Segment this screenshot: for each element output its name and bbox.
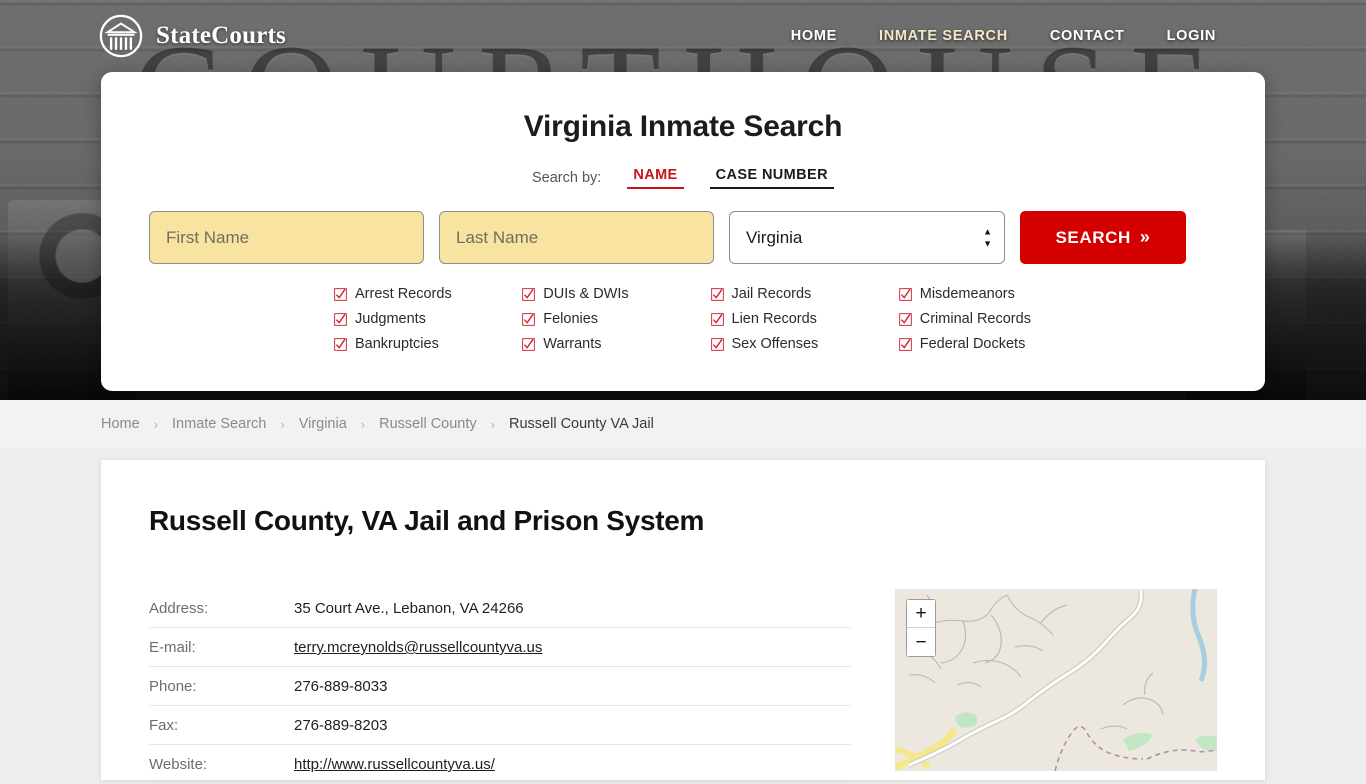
- checked-checkbox-icon: [710, 312, 724, 326]
- detail-value-address: 35 Court Ave., Lebanon, VA 24266: [294, 589, 851, 628]
- email-link[interactable]: terry.mcreynolds@russellcountyva.us: [294, 639, 542, 656]
- detail-value-fax: 276-889-8203: [294, 705, 851, 745]
- category-label: Judgments: [355, 311, 426, 327]
- category-item[interactable]: Criminal Records: [898, 311, 1087, 327]
- category-item[interactable]: Arrest Records: [334, 286, 522, 302]
- courthouse-circle-icon: [99, 14, 143, 58]
- table-row: Phone: 276-889-8033: [149, 666, 851, 706]
- checked-checkbox-icon: [334, 312, 347, 326]
- category-item[interactable]: DUIs & DWIs: [522, 286, 710, 302]
- category-item[interactable]: Sex Offenses: [710, 336, 899, 352]
- category-item[interactable]: Warrants: [522, 336, 710, 352]
- detail-value-phone: 276-889-8033: [294, 666, 851, 706]
- table-row: Website: http://www.russellcountyva.us/: [149, 744, 851, 784]
- breadcrumb-item-virginia[interactable]: Virginia: [299, 416, 347, 432]
- table-row: E-mail: terry.mcreynolds@russellcountyva…: [149, 627, 851, 667]
- detail-body: Address: 35 Court Ave., Lebanon, VA 2426…: [149, 589, 1217, 784]
- checked-checkbox-icon: [522, 287, 536, 301]
- breadcrumb-bar: Home › Inmate Search › Virginia › Russel…: [0, 400, 1366, 448]
- checked-checkbox-icon: [334, 337, 347, 351]
- category-label: Criminal Records: [919, 311, 1031, 327]
- location-map[interactable]: + −: [895, 589, 1217, 771]
- detail-label: Website:: [149, 744, 294, 784]
- first-name-input[interactable]: [149, 211, 424, 264]
- checked-checkbox-icon: [710, 337, 724, 351]
- last-name-input[interactable]: [439, 211, 714, 264]
- breadcrumb-item-home[interactable]: Home: [101, 416, 140, 432]
- search-form: Virginia ▲▼ SEARCH »: [149, 211, 1217, 264]
- category-label: Bankruptcies: [355, 336, 439, 352]
- brand-name: StateCourts: [156, 22, 286, 49]
- map-zoom-in-button[interactable]: +: [907, 600, 935, 628]
- category-label: Felonies: [543, 311, 599, 327]
- hero-banner: COURTHOUSE StateCourts HOME INMATE SEARC…: [0, 0, 1366, 400]
- inmate-search-card: Virginia Inmate Search Search by: NAME C…: [101, 72, 1265, 391]
- breadcrumb-item-inmate-search[interactable]: Inmate Search: [172, 416, 266, 432]
- breadcrumb: Home › Inmate Search › Virginia › Russel…: [101, 416, 654, 432]
- site-header: StateCourts HOME INMATE SEARCH CONTACT L…: [0, 0, 1366, 72]
- detail-label: E-mail:: [149, 627, 294, 667]
- checked-checkbox-icon: [334, 287, 347, 301]
- nav-item-login[interactable]: LOGIN: [1167, 28, 1216, 44]
- category-item[interactable]: Misdemeanors: [898, 286, 1087, 302]
- checked-checkbox-icon: [710, 287, 724, 301]
- breadcrumb-item-current: Russell County VA Jail: [509, 416, 654, 432]
- category-label: Lien Records: [731, 311, 817, 327]
- page-title: Russell County, VA Jail and Prison Syste…: [149, 505, 705, 536]
- nav-item-inmate-search[interactable]: INMATE SEARCH: [879, 28, 1008, 44]
- category-label: Sex Offenses: [731, 336, 819, 352]
- category-item[interactable]: Jail Records: [710, 286, 899, 302]
- chevron-right-icon: ›: [280, 416, 285, 432]
- category-item[interactable]: Bankruptcies: [334, 336, 522, 352]
- state-select[interactable]: Virginia: [729, 211, 1005, 264]
- checked-checkbox-icon: [898, 287, 912, 301]
- detail-value-website: http://www.russellcountyva.us/: [294, 744, 851, 784]
- nav-item-contact[interactable]: CONTACT: [1050, 28, 1125, 44]
- category-label: DUIs & DWIs: [543, 286, 629, 302]
- chevron-right-icon: ›: [153, 416, 159, 432]
- nav-item-home[interactable]: HOME: [791, 28, 837, 44]
- search-card-title: Virginia Inmate Search: [523, 110, 843, 143]
- search-by-row: Search by: NAME CASE NUMBER: [149, 166, 1217, 189]
- map-zoom-controls: + −: [906, 599, 936, 657]
- double-chevron-right-icon: »: [1139, 227, 1151, 247]
- category-item[interactable]: Judgments: [334, 311, 522, 327]
- table-row: Address: 35 Court Ave., Lebanon, VA 2426…: [149, 589, 851, 628]
- category-label: Warrants: [543, 336, 602, 352]
- category-item[interactable]: Lien Records: [710, 311, 899, 327]
- tab-search-by-case-number[interactable]: CASE NUMBER: [709, 166, 834, 189]
- category-item[interactable]: Federal Dockets: [898, 336, 1087, 352]
- tab-search-by-name[interactable]: NAME: [627, 166, 684, 189]
- detail-label: Fax:: [149, 705, 294, 745]
- search-button[interactable]: SEARCH »: [1020, 211, 1186, 264]
- detail-label: Address:: [149, 589, 294, 628]
- website-link[interactable]: http://www.russellcountyva.us/: [294, 756, 495, 773]
- state-select-wrapper: Virginia ▲ ▼: [729, 211, 1005, 264]
- category-label: Federal Dockets: [919, 336, 1026, 352]
- main-navigation: HOME INMATE SEARCH CONTACT LOGIN: [791, 28, 1216, 44]
- search-by-label: Search by:: [532, 169, 602, 186]
- checked-checkbox-icon: [898, 312, 912, 326]
- category-label: Arrest Records: [355, 286, 452, 302]
- chevron-right-icon: ›: [360, 416, 366, 432]
- chevron-right-icon: ›: [490, 416, 495, 432]
- category-label: Jail Records: [731, 286, 812, 302]
- detail-label: Phone:: [149, 666, 294, 706]
- checked-checkbox-icon: [898, 337, 912, 351]
- facility-detail-card: Russell County, VA Jail and Prison Syste…: [101, 460, 1265, 784]
- table-row: Fax: 276-889-8203: [149, 705, 851, 745]
- record-category-list: Arrest Records DUIs & DWIs Jail Records …: [149, 286, 1217, 352]
- facility-info-table: Address: 35 Court Ave., Lebanon, VA 2426…: [149, 589, 851, 784]
- search-button-label: SEARCH: [1055, 227, 1131, 247]
- map-tiles: [895, 589, 1217, 771]
- checked-checkbox-icon: [522, 312, 536, 326]
- map-zoom-out-button[interactable]: −: [907, 628, 935, 656]
- category-label: Misdemeanors: [919, 286, 1015, 302]
- brand-logo[interactable]: StateCourts: [98, 13, 286, 59]
- checked-checkbox-icon: [522, 337, 536, 351]
- category-item[interactable]: Felonies: [522, 311, 710, 327]
- breadcrumb-item-russell-county[interactable]: Russell County: [379, 416, 477, 432]
- detail-value-email: terry.mcreynolds@russellcountyva.us: [294, 627, 851, 667]
